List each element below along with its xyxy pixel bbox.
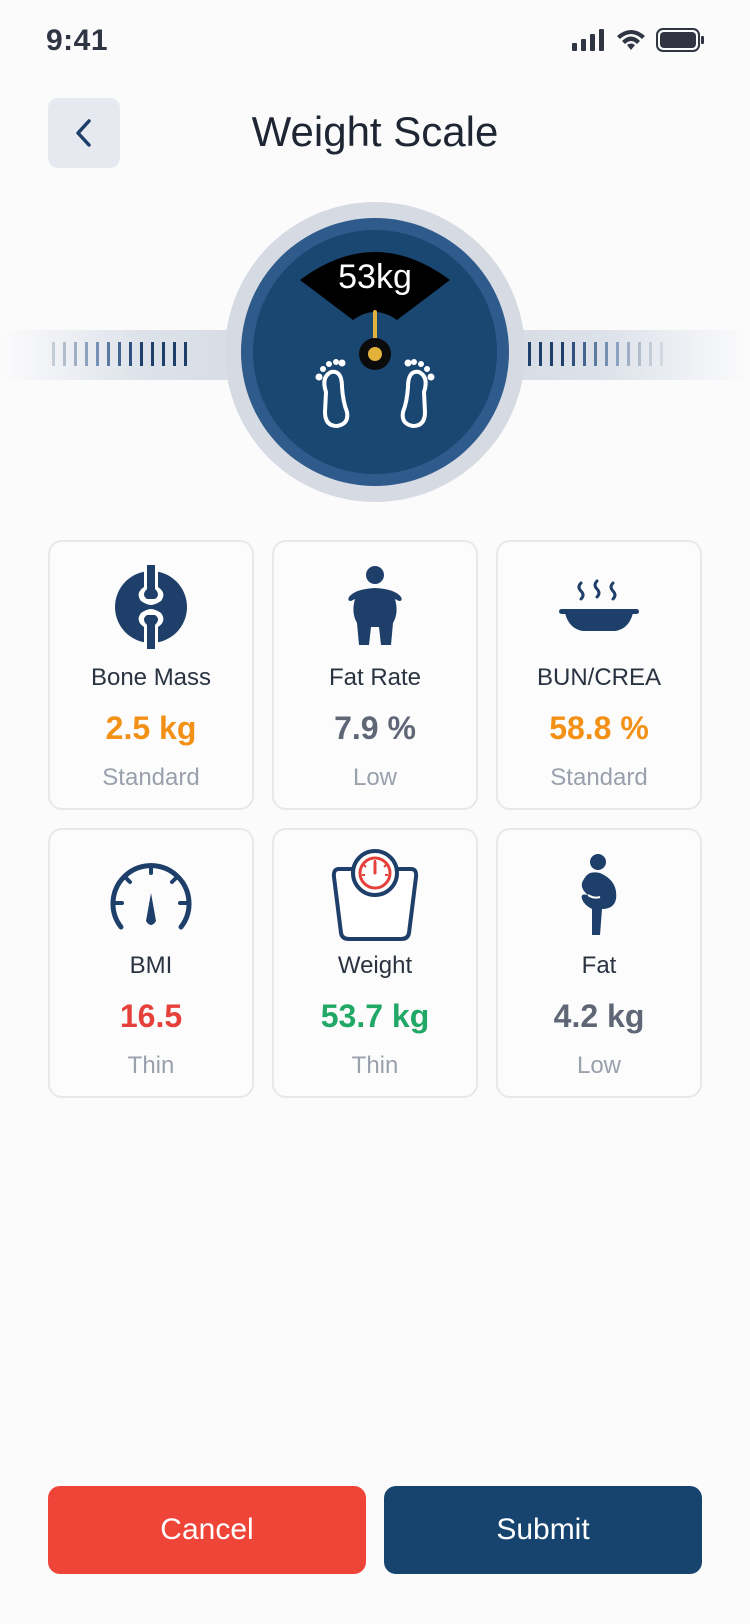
footprint-icon <box>322 369 428 429</box>
status-time: 9:41 <box>46 24 109 57</box>
metric-status: Thin <box>127 1052 175 1079</box>
metric-card-fat[interactable]: Fat 4.2 kg Low <box>496 828 702 1098</box>
dial-face <box>300 252 450 429</box>
gauge-icon <box>110 863 192 930</box>
metric-label: BMI <box>129 952 173 979</box>
status-icons <box>572 28 704 52</box>
belly-icon <box>581 854 617 935</box>
metric-status: Standard <box>102 764 200 791</box>
metric-label: Weight <box>337 952 413 979</box>
signal-icon <box>572 29 604 51</box>
metric-label: BUN/CREA <box>536 664 662 691</box>
header: Weight Scale <box>0 96 750 168</box>
metric-value: 16.5 <box>119 998 183 1034</box>
metric-value: 4.2 kg <box>553 998 645 1034</box>
status-bar: 9:41 <box>0 0 750 90</box>
body-icon <box>348 566 402 645</box>
metric-card-fat-rate[interactable]: Fat Rate 7.9 % Low <box>272 540 478 810</box>
metric-status: Low <box>352 764 398 791</box>
scale-display: 53kg <box>0 200 750 510</box>
metric-label: Fat <box>581 952 617 979</box>
page-title: Weight Scale <box>251 108 499 155</box>
metric-label: Fat Rate <box>328 664 422 691</box>
cancel-button[interactable]: Cancel <box>48 1486 366 1574</box>
metric-status: Standard <box>550 764 648 791</box>
scale-track-left <box>0 330 240 380</box>
metric-card-weight[interactable]: Weight 53.7 kg Thin <box>272 828 478 1098</box>
metric-status: Low <box>576 1052 622 1079</box>
bowl-icon <box>559 579 639 631</box>
metrics-grid: Bone Mass 2.5 kg Standard Fat Rate 7.9 %… <box>48 540 702 1098</box>
metric-value: 53.7 kg <box>320 998 430 1034</box>
metric-label: Bone Mass <box>90 664 212 691</box>
metric-value: 7.9 % <box>334 710 416 746</box>
metric-value: 2.5 kg <box>105 710 197 746</box>
metric-card-bun-crea[interactable]: BUN/CREA 58.8 % Standard <box>496 540 702 810</box>
battery-icon <box>656 28 704 52</box>
metric-status: Thin <box>351 1052 399 1079</box>
joint-icon <box>115 565 187 649</box>
submit-button[interactable]: Submit <box>384 1486 702 1574</box>
wifi-icon <box>617 30 645 50</box>
metric-value: 58.8 % <box>549 710 649 746</box>
scale-dial: 53kg <box>225 202 525 502</box>
scale-icon <box>331 849 419 941</box>
metric-card-bone-mass[interactable]: Bone Mass 2.5 kg Standard <box>48 540 254 810</box>
scale-track-right <box>510 330 750 380</box>
metric-card-bmi[interactable]: BMI 16.5 Thin <box>48 828 254 1098</box>
scale-reading: 53kg <box>338 258 412 296</box>
